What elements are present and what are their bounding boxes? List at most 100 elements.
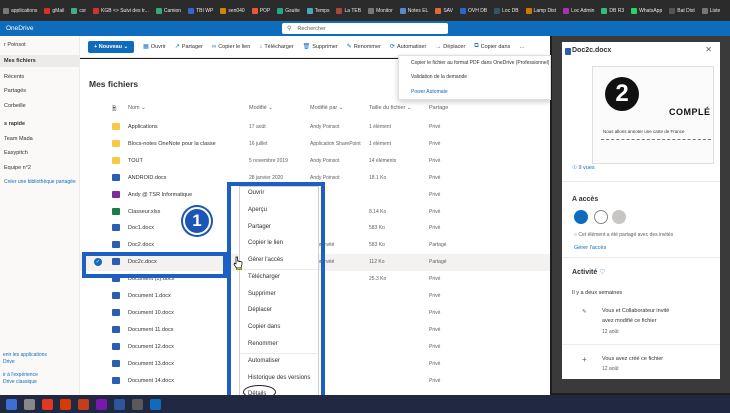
col-sharing[interactable]: Partage	[429, 105, 448, 111]
app-icon[interactable]	[78, 398, 89, 410]
file-name[interactable]: Document 14.docx	[128, 378, 174, 384]
col-modified-by[interactable]: Modifié par ⌄	[310, 105, 343, 111]
nav-item-recent[interactable]: Récents	[0, 71, 80, 83]
nav-item-recycle[interactable]: Corbeille	[0, 100, 80, 112]
col-size[interactable]: Taille du fichier ⌄	[369, 105, 412, 111]
file-name[interactable]: Document 10.docx	[128, 310, 174, 316]
guest-avatar[interactable]	[612, 210, 626, 224]
table-row[interactable]: Blocs-notes OneNote pour la classe 16 jui…	[80, 136, 550, 153]
close-icon[interactable]: ✕	[705, 45, 712, 54]
col-name[interactable]: Nom ⌄	[128, 105, 146, 111]
copy-to-button[interactable]: ⧉ Copier dans	[474, 43, 510, 50]
col-modified[interactable]: Modifié ⌄	[249, 105, 273, 111]
delete-button[interactable]: 🗑 Supprimer	[303, 43, 338, 51]
bookmark-item[interactable]: SAV	[435, 7, 453, 14]
bookmark-item[interactable]: Loc DB	[494, 7, 519, 14]
ctx-copy-link[interactable]: Copier le lien	[248, 240, 283, 246]
avatar[interactable]	[574, 210, 588, 224]
table-row[interactable]: Applications 17 août Andy Poinsot 1 élément…	[80, 119, 550, 136]
file-name[interactable]: ANDROID.docx	[128, 175, 167, 181]
ctx-download[interactable]: Télécharger	[248, 274, 280, 280]
file-name[interactable]: Doc1.docx	[128, 225, 154, 231]
new-button[interactable]: + Nouveau ⌄	[88, 40, 135, 53]
file-name[interactable]: Doc2.docx	[128, 242, 154, 248]
bookmark-item[interactable]: csr	[71, 7, 86, 14]
file-name[interactable]: Classeur.xlsx	[128, 209, 160, 215]
ctx-automate[interactable]: Automatiser	[248, 358, 280, 364]
create-library-link[interactable]: Créer une bibliothèque partagée	[0, 176, 80, 188]
link-avatar-icon[interactable]	[594, 210, 608, 224]
ctx-copy-to[interactable]: Copier dans	[248, 324, 280, 330]
onenote-icon[interactable]	[96, 398, 107, 410]
file-name[interactable]: Document 1.docx	[128, 293, 171, 299]
bookmark-item[interactable]: Bat Dist	[669, 7, 695, 14]
outlook-icon[interactable]	[150, 398, 161, 410]
nav-item-shared[interactable]: Partagés	[0, 85, 80, 97]
activity-1-text1: Vous et Collaborateur invité	[602, 308, 670, 314]
ctx-move[interactable]: Déplacer	[248, 307, 272, 313]
nav-shortcut-team-mada[interactable]: Team Mada	[0, 133, 80, 145]
bookmark-item[interactable]: Temps	[306, 7, 329, 14]
ctx-rename[interactable]: Renommer	[248, 341, 278, 347]
ctx-preview[interactable]: Aperçu	[248, 207, 267, 213]
ctx-delete[interactable]: Supprimer	[248, 291, 276, 297]
nav-shortcut-equipe[interactable]: Equipe n°2	[0, 162, 80, 174]
ctx-open[interactable]: Ouvrir	[248, 190, 264, 196]
bookmark-item[interactable]: POP	[251, 7, 270, 14]
bookmark-item[interactable]: Monitor	[368, 7, 393, 14]
share-button[interactable]: ↗ Partager	[175, 43, 203, 51]
app-name[interactable]: OneDrive	[0, 25, 120, 32]
copy-icon: ⧉	[474, 43, 479, 49]
file-name[interactable]: Document 11.docx	[128, 327, 173, 333]
classic-experience-link[interactable]: ir à l'expérience Drive classique	[3, 372, 38, 385]
bookmark-item[interactable]: Notes EL	[399, 7, 428, 14]
bookmark-item[interactable]: WhatsApp	[631, 7, 662, 14]
bookmark-item[interactable]: OVH DB	[459, 7, 487, 14]
ctx-share[interactable]: Partager	[248, 224, 271, 230]
rename-button[interactable]: ✎ Renommer	[347, 43, 381, 51]
get-apps-link[interactable]: enir les applications Drive	[3, 352, 47, 365]
open-button[interactable]: ▦ Ouvrir	[143, 43, 166, 51]
bookmark-item[interactable]: Gsuite	[277, 7, 300, 14]
word-icon[interactable]	[114, 398, 125, 410]
automate-request-approval[interactable]: Validation de la demande	[411, 74, 467, 80]
chrome-icon[interactable]	[42, 398, 53, 410]
download-button[interactable]: ↓ Télécharger	[259, 44, 293, 50]
app-icon[interactable]	[132, 398, 143, 410]
search-box[interactable]: ⚲ Rechercher	[282, 23, 448, 34]
more-button[interactable]: …	[519, 44, 525, 50]
ctx-version-history[interactable]: Historique des versions	[248, 375, 310, 381]
automate-copy-pdf[interactable]: Copier le fichier au format PDF dans One…	[411, 60, 549, 66]
automate-power-automate[interactable]: Power Automate	[411, 89, 448, 95]
bookmark-item[interactable]: sen040	[220, 7, 245, 14]
bookmark-item[interactable]: Camion	[155, 7, 181, 14]
bookmark-item[interactable]: TBI WP	[188, 7, 213, 14]
nav-shortcut-easypitch[interactable]: Easypitch	[0, 147, 80, 159]
bookmark-item[interactable]: La TEB	[336, 7, 361, 14]
file-name[interactable]: Document 13.docx	[128, 361, 174, 367]
nav-item-my-files[interactable]: Mes fichiers	[0, 55, 80, 67]
manage-access-link[interactable]: Gérer l'accès	[574, 245, 606, 251]
document-preview[interactable]: 2 COMPLÉ Nous allons annoter une carte d…	[592, 66, 714, 164]
bookmark-item[interactable]: Loc Admin	[563, 7, 594, 14]
move-button[interactable]: → Déplacer	[435, 44, 465, 50]
bookmark-item[interactable]: DB R3	[601, 7, 624, 14]
file-name[interactable]: Document 12.docx	[128, 344, 174, 350]
ctx-manage-access[interactable]: Gérer l'accès	[248, 257, 283, 263]
search-taskbar-icon[interactable]	[24, 398, 35, 410]
file-name[interactable]: Andy @ TSR Informatique	[128, 192, 192, 198]
bookmark-item[interactable]: Lamp Dist	[525, 7, 556, 14]
automate-button[interactable]: ⟳ Automatiser	[390, 43, 426, 51]
bookmark-item[interactable]: KGB <> Suivi des tr...	[93, 7, 149, 14]
file-name[interactable]: TOUT	[128, 158, 143, 164]
bookmark-item[interactable]: applications	[3, 7, 37, 14]
views-count[interactable]: ☉ 9 vues	[572, 165, 595, 171]
windows-start-icon[interactable]	[6, 398, 17, 410]
file-name[interactable]: Applications	[128, 124, 158, 130]
bookmark-item[interactable]: gMail	[44, 7, 64, 14]
table-row[interactable]: TOUT 5 novembre 2019 Andy Poinsot 14 élémen…	[80, 153, 550, 170]
file-name[interactable]: Blocs-notes OneNote pour la classe	[128, 141, 216, 147]
copy-link-button[interactable]: ∞ Copier le lien	[212, 44, 250, 50]
bookmark-item[interactable]: Liste	[701, 7, 720, 14]
powerpoint-icon[interactable]	[60, 398, 71, 410]
